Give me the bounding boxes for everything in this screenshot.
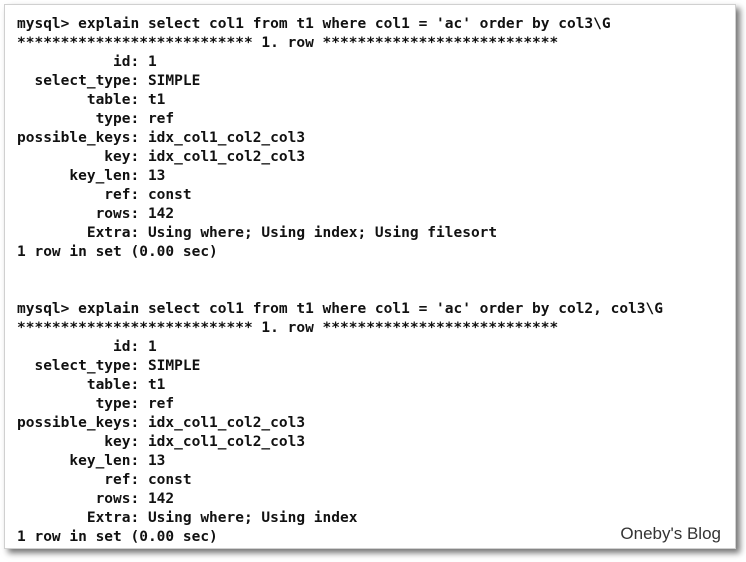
result-field-select-type: select_type: SIMPLE [17, 73, 201, 89]
explain-block-2: mysql> explain select col1 from t1 where… [17, 300, 727, 547]
blog-watermark: Oneby's Blog [620, 524, 721, 543]
result-field-ref: ref: const [17, 472, 192, 488]
result-field-rows: rows: 142 [17, 491, 175, 507]
result-summary-line: 1 row in set (0.00 sec) [17, 244, 218, 260]
result-field-id: id: 1 [17, 339, 157, 355]
result-field-key-len: key_len: 13 [17, 453, 166, 469]
query-command-line: mysql> explain select col1 from t1 where… [17, 301, 664, 317]
explain-block-1: mysql> explain select col1 from t1 where… [17, 15, 727, 262]
mysql-console-output: mysql> explain select col1 from t1 where… [17, 15, 727, 547]
result-field-table: table: t1 [17, 377, 166, 393]
result-field-key: key: idx_col1_col2_col3 [17, 434, 306, 450]
result-field-type: type: ref [17, 396, 175, 412]
result-field-id: id: 1 [17, 54, 157, 70]
result-field-key: key: idx_col1_col2_col3 [17, 149, 306, 165]
row-separator-line: *************************** 1. row *****… [17, 35, 559, 51]
result-field-possible-keys: possible_keys: idx_col1_col2_col3 [17, 130, 306, 146]
result-field-rows: rows: 142 [17, 206, 175, 222]
result-field-key-len: key_len: 13 [17, 168, 166, 184]
result-field-select-type: select_type: SIMPLE [17, 358, 201, 374]
result-field-possible-keys: possible_keys: idx_col1_col2_col3 [17, 415, 306, 431]
row-separator-line: *************************** 1. row *****… [17, 320, 559, 336]
query-command-line: mysql> explain select col1 from t1 where… [17, 16, 611, 32]
result-field-extra: Extra: Using where; Using index; Using f… [17, 225, 498, 241]
screenshot-frame: mysql> explain select col1 from t1 where… [4, 4, 736, 549]
result-field-table: table: t1 [17, 92, 166, 108]
result-field-ref: ref: const [17, 187, 192, 203]
result-field-type: type: ref [17, 111, 175, 127]
